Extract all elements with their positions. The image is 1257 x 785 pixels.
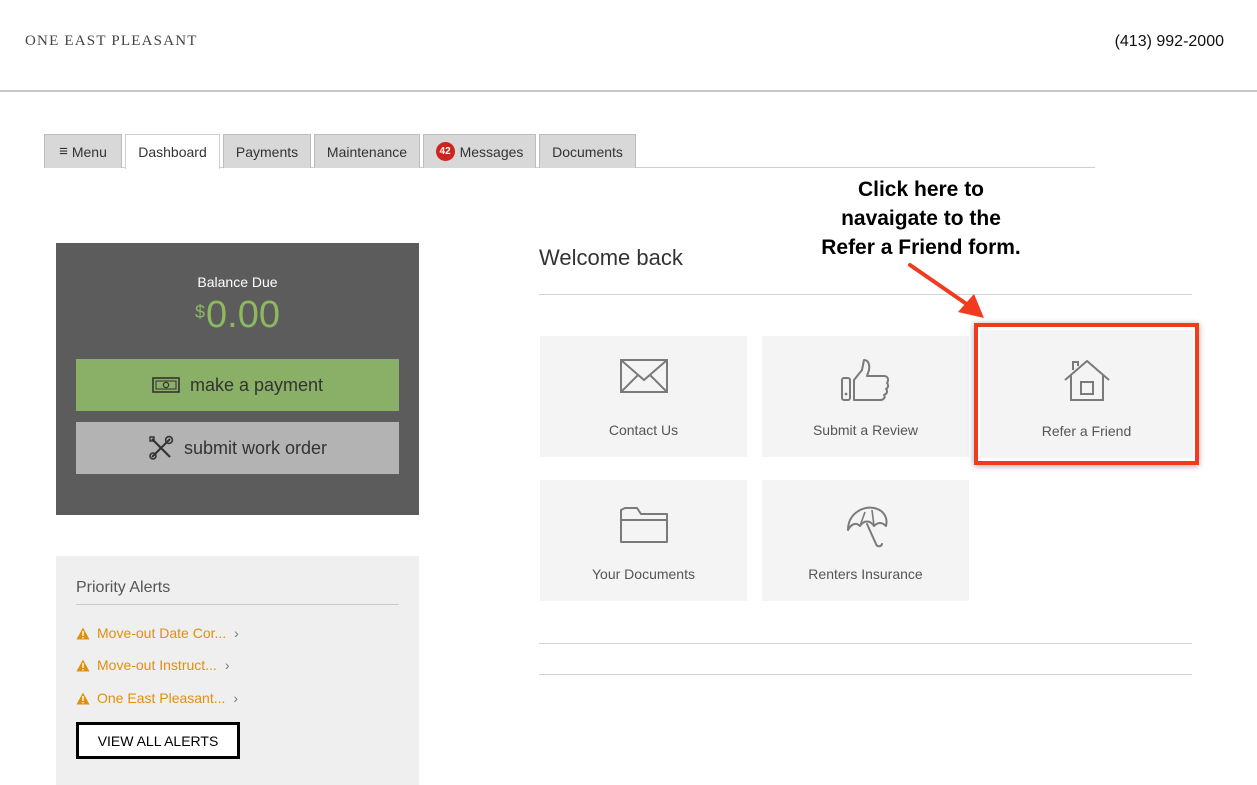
make-payment-button[interactable]: make a payment: [76, 359, 399, 411]
house-icon: [980, 358, 1193, 402]
chevron-right-icon: ›: [224, 657, 230, 673]
tile-label: Refer a Friend: [1041, 423, 1132, 439]
message-count-badge: 42: [435, 142, 455, 161]
alert-item[interactable]: Move-out Instruct... ›: [76, 655, 230, 675]
balance-amount: $0.00: [56, 294, 419, 337]
tab-documents[interactable]: Documents: [539, 134, 636, 168]
alert-text: One East Pleasant...: [97, 690, 226, 706]
tab-label: Documents: [552, 143, 623, 160]
warning-icon: [76, 692, 90, 705]
umbrella-icon: [762, 502, 969, 550]
section-divider: [539, 674, 1192, 675]
tab-messages[interactable]: 42 Messages: [423, 134, 536, 168]
submit-work-order-button[interactable]: submit work order: [76, 422, 399, 474]
tile-your-documents[interactable]: Your Documents: [540, 480, 747, 601]
tab-menu[interactable]: ≡ Menu: [44, 134, 122, 168]
tile-label: Submit a Review: [812, 422, 919, 438]
tile-refer-a-friend[interactable]: Refer a Friend: [980, 330, 1193, 458]
thumbs-up-icon: [762, 358, 969, 402]
tile-label: Your Documents: [592, 566, 695, 582]
section-divider: [539, 643, 1192, 644]
chevron-right-icon: ›: [234, 625, 239, 641]
balance-label: Balance Due: [197, 274, 278, 290]
tab-label: Maintenance: [326, 143, 408, 160]
cash-icon: [152, 377, 180, 393]
tab-label: Payments: [235, 143, 299, 160]
warning-icon: [76, 627, 90, 640]
tile-renters-insurance[interactable]: Renters Insurance: [762, 480, 969, 601]
tab-payments[interactable]: Payments: [223, 134, 311, 168]
tab-label: Messages: [459, 143, 524, 160]
tile-submit-review[interactable]: Submit a Review: [762, 336, 969, 457]
warning-icon: [76, 659, 90, 672]
annotation-line: navaigate to the: [841, 207, 1001, 230]
brand-logo[interactable]: ONE EAST PLEASANT: [25, 33, 198, 50]
annotation-line: Click here to: [857, 178, 985, 201]
annotation-arrow-icon: [908, 263, 984, 318]
tutorial-annotation: Click here to navaigate to the Refer a F…: [795, 175, 1047, 262]
alert-text: Move-out Instruct...: [97, 657, 217, 673]
balance-value: 0.00: [206, 294, 280, 336]
priority-alerts-panel: Priority Alerts Move-out Date Cor... › M…: [56, 556, 419, 785]
balance-panel: Balance Due $0.00 make a payment submit …: [56, 243, 419, 515]
alert-item[interactable]: One East Pleasant... ›: [76, 688, 238, 708]
hamburger-icon: ≡: [59, 143, 68, 160]
envelope-icon: [540, 358, 747, 394]
alerts-title: Priority Alerts: [76, 579, 171, 596]
tab-label: Dashboard: [138, 144, 207, 160]
tile-label: Contact Us: [608, 422, 679, 438]
tile-label: Renters Insurance: [808, 566, 923, 582]
tile-contact-us[interactable]: Contact Us: [540, 336, 747, 457]
phone-number[interactable]: (413) 992-2000: [1115, 33, 1224, 51]
alert-item[interactable]: Move-out Date Cor... ›: [76, 623, 239, 643]
main-tabs: ≡ Menu Dashboard Payments Maintenance 42…: [44, 134, 1095, 169]
chevron-right-icon: ›: [233, 690, 239, 706]
folder-icon: [540, 502, 747, 544]
tab-dashboard[interactable]: Dashboard: [125, 134, 220, 169]
alert-text: Move-out Date Cor...: [97, 625, 227, 641]
welcome-heading: Welcome back: [539, 245, 683, 270]
tab-maintenance[interactable]: Maintenance: [314, 134, 420, 168]
submit-work-order-label: submit work order: [183, 437, 328, 458]
site-header: ONE EAST PLEASANT (413) 992-2000: [0, 0, 1257, 92]
currency-symbol: $: [195, 302, 206, 322]
tools-icon: [148, 435, 174, 461]
view-all-alerts-button[interactable]: VIEW ALL ALERTS: [76, 722, 240, 759]
welcome-divider: [539, 294, 1192, 295]
tab-label: Menu: [71, 143, 107, 160]
alerts-divider: [76, 604, 399, 605]
make-payment-label: make a payment: [189, 374, 324, 395]
